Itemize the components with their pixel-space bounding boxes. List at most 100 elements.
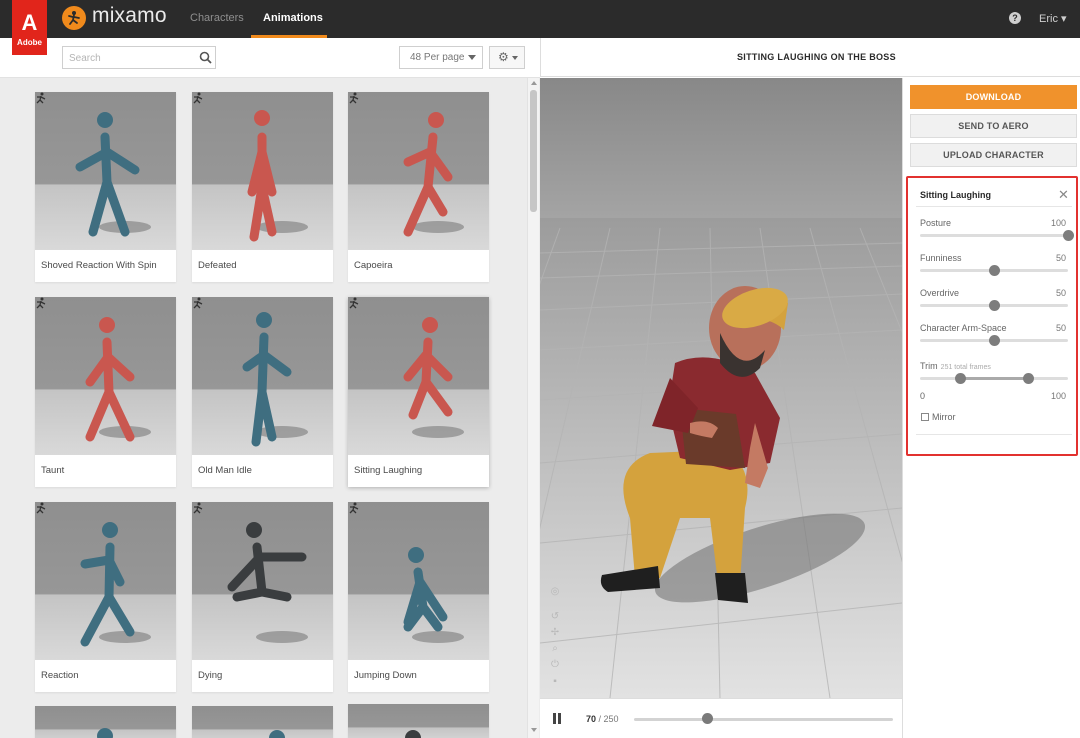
close-icon[interactable]: ✕ xyxy=(1058,188,1069,201)
top-bar: mixamo Characters Animations ? Eric ▾ xyxy=(0,0,1080,38)
tab-animations[interactable]: Animations xyxy=(263,12,323,24)
animation-thumbnail xyxy=(348,297,489,455)
cube-view-icon[interactable]: ◎ xyxy=(549,586,561,598)
param-label: Funniness xyxy=(920,253,962,263)
trim-max-label: 100 xyxy=(1050,391,1066,401)
animation-card-label: Taunt xyxy=(41,465,65,476)
motion-figure-icon xyxy=(349,92,359,104)
help-icon[interactable]: ? xyxy=(1009,12,1021,24)
search-input[interactable] xyxy=(69,50,194,66)
settings-menu-button[interactable]: ⚙ xyxy=(489,46,525,69)
param-slider-handle[interactable] xyxy=(989,335,1000,346)
trim-selected-range xyxy=(959,377,1029,380)
character-figure xyxy=(80,522,151,647)
actions-panel: DOWNLOAD SEND TO AERO UPLOAD CHARACTER S… xyxy=(902,78,1080,738)
param-slider-handle[interactable] xyxy=(1063,230,1074,241)
trim-end-handle[interactable] xyxy=(1023,373,1035,384)
animation-card[interactable]: Taunt xyxy=(35,297,176,487)
param-slider-handle[interactable] xyxy=(989,265,1000,276)
character-figure xyxy=(85,317,151,442)
character-figure xyxy=(403,112,464,237)
trim-min-label: 0 xyxy=(920,391,926,401)
trim-frame-count: 251 total frames xyxy=(940,364,991,371)
per-page-select[interactable]: 48 Per page xyxy=(399,46,483,69)
grid-scrollbar[interactable] xyxy=(527,78,539,738)
mixamo-logo-icon[interactable] xyxy=(62,6,86,30)
animation-thumbnail xyxy=(348,92,489,250)
character-figure xyxy=(75,112,151,237)
animation-viewport[interactable] xyxy=(540,78,902,698)
scroll-up-icon[interactable] xyxy=(531,81,537,85)
motion-figure-icon xyxy=(193,502,203,514)
pause-icon[interactable] xyxy=(552,713,562,724)
chevron-down-icon xyxy=(512,56,518,60)
motion-figure-icon xyxy=(36,297,46,309)
motion-figure-icon xyxy=(349,297,359,309)
frame-counter: 70 / 250 xyxy=(586,714,619,724)
animation-card[interactable]: Old Man Idle xyxy=(192,297,333,487)
param-value: 100 xyxy=(1050,218,1066,228)
animation-thumbnail xyxy=(192,706,333,738)
camera-icon[interactable]: ▪ xyxy=(549,676,561,688)
trim-start-handle[interactable] xyxy=(954,373,966,384)
trim-label: Trim 251 total frames xyxy=(920,361,991,371)
character-figure xyxy=(247,110,308,242)
mirror-label: Mirror xyxy=(932,412,956,422)
zoom-icon[interactable]: ⌕ xyxy=(549,643,561,655)
animation-card-label: Sitting Laughing xyxy=(354,465,423,476)
animation-thumbnail xyxy=(348,704,489,738)
timeline-scrubber[interactable] xyxy=(701,713,713,724)
adobe-logo-word: Adobe xyxy=(17,38,42,47)
character-figure xyxy=(227,522,308,643)
scroll-down-icon[interactable] xyxy=(531,728,537,732)
download-button[interactable]: DOWNLOAD xyxy=(910,85,1077,109)
animation-card[interactable]: Sitting Laughing xyxy=(348,297,489,487)
motion-figure-icon xyxy=(193,92,203,104)
animation-thumbnail xyxy=(348,502,489,660)
chevron-down-icon xyxy=(468,55,476,60)
send-to-aero-button[interactable]: SEND TO AERO xyxy=(910,114,1077,138)
power-icon[interactable]: ⏻ xyxy=(549,659,561,671)
animation-card-label: Dying xyxy=(198,670,223,681)
animation-card-label: Reaction xyxy=(41,670,79,681)
animation-card[interactable]: Reaction xyxy=(35,502,176,692)
search-icon[interactable] xyxy=(199,51,212,64)
per-page-value: 48 Per page xyxy=(410,52,465,63)
trim-label-text: Trim xyxy=(920,361,938,371)
mirror-checkbox[interactable] xyxy=(921,413,929,421)
animation-card-label: Defeated xyxy=(198,260,237,271)
animation-card[interactable] xyxy=(192,706,333,738)
animation-card[interactable]: Capoeira xyxy=(348,92,489,282)
reset-view-icon[interactable]: ↺ xyxy=(549,611,561,623)
animation-thumbnail xyxy=(35,297,176,455)
animation-card[interactable] xyxy=(348,704,489,738)
animation-card-label: Shoved Reaction With Spin xyxy=(41,260,157,271)
animation-card[interactable]: Defeated xyxy=(192,92,333,282)
viewer-title: SITTING LAUGHING ON THE BOSS xyxy=(737,52,896,62)
animation-card[interactable]: Dying xyxy=(192,502,333,692)
pan-icon[interactable]: ✢ xyxy=(549,627,561,639)
animation-card[interactable]: Shoved Reaction With Spin xyxy=(35,92,176,282)
character-figure xyxy=(242,312,308,447)
adobe-logo-glyph: A xyxy=(21,10,38,35)
settings-title: Sitting Laughing xyxy=(920,190,991,200)
param-slider-handle[interactable] xyxy=(989,300,1000,311)
animation-card[interactable] xyxy=(35,706,176,738)
tab-characters[interactable]: Characters xyxy=(190,12,244,24)
brand-name[interactable]: mixamo xyxy=(92,4,167,28)
animation-card-label: Old Man Idle xyxy=(198,465,252,476)
param-label: Overdrive xyxy=(920,288,960,298)
divider xyxy=(916,434,1072,435)
param-slider-track[interactable] xyxy=(920,234,1068,237)
motion-figure-icon xyxy=(36,502,46,514)
animation-card[interactable]: Jumping Down xyxy=(348,502,489,692)
scrollbar-thumb[interactable] xyxy=(530,90,537,212)
animation-thumbnail xyxy=(192,297,333,455)
timeline-track[interactable] xyxy=(634,718,893,721)
adobe-logo[interactable]: A Adobe xyxy=(12,0,47,55)
frame-total: / 250 xyxy=(596,714,619,724)
param-value: 50 xyxy=(1055,323,1066,333)
upload-character-button[interactable]: UPLOAD CHARACTER xyxy=(910,143,1077,167)
user-menu[interactable]: Eric ▾ xyxy=(1039,12,1067,25)
animation-thumbnail xyxy=(192,502,333,660)
